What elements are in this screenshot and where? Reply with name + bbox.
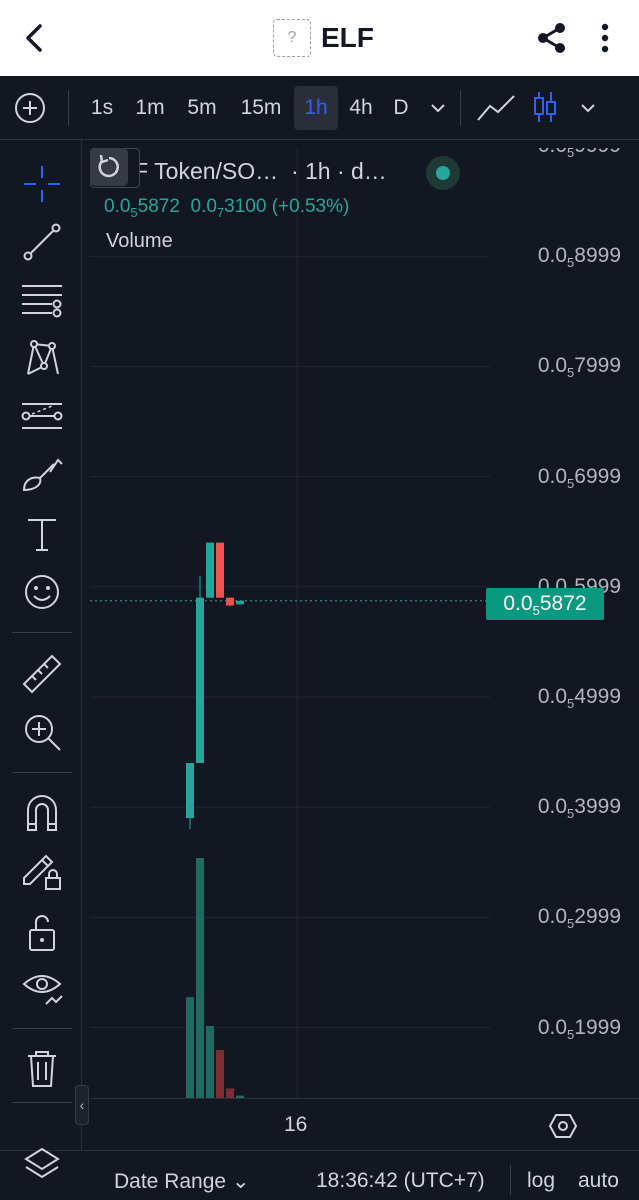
share-icon[interactable] (534, 20, 570, 56)
interval-5m[interactable]: 5m (182, 86, 222, 130)
candle-body (186, 763, 194, 819)
interval-d[interactable]: D (388, 86, 414, 130)
auto-scale-toggle[interactable]: auto (578, 1169, 619, 1193)
chart-type-dropdown-icon[interactable] (578, 92, 598, 124)
more-vertical-icon[interactable] (594, 20, 616, 56)
interval-1m[interactable]: 1m (130, 86, 170, 130)
interval-1h[interactable]: 1h (294, 86, 338, 130)
status-dot (436, 166, 450, 180)
volume-bar (186, 997, 194, 1098)
volume-bar (216, 1050, 224, 1098)
price-axis-label: 0.053999 (537, 795, 621, 822)
candle-body (226, 597, 234, 606)
sidebar-divider (12, 632, 72, 633)
price-axis-label: 0.058999 (537, 244, 621, 271)
legend-symbol[interactable]: ELF Token/SO… · 1h · d… (106, 158, 387, 185)
ruler-icon[interactable] (20, 652, 64, 696)
price-axis-label: 0.052999 (537, 905, 621, 932)
add-indicator-icon[interactable] (14, 92, 46, 124)
legend-change: 0.073100 (190, 196, 267, 220)
price-axis-label: 0.056999 (537, 464, 621, 491)
unlock-icon[interactable] (20, 910, 64, 954)
legend-price: 0.055872 (104, 196, 180, 220)
interval-4h[interactable]: 4h (344, 86, 378, 130)
toolbar-divider (460, 90, 461, 126)
chart-bottom-bar: Date Range ⌄ 18:36:42 (UTC+7) log auto (0, 1147, 639, 1200)
time-axis-label: 16 (284, 1113, 308, 1136)
layers-icon[interactable] (22, 1145, 62, 1185)
time-axis[interactable]: 16 (90, 1098, 639, 1150)
zoom-in-icon[interactable] (20, 710, 64, 754)
sidebar-divider (12, 772, 72, 773)
market-status-indicator[interactable] (426, 156, 460, 190)
xabcd-pattern-icon[interactable] (20, 336, 64, 380)
price-axis-label: 0.059999 (538, 148, 621, 160)
candle-body (206, 542, 214, 598)
eye-icon[interactable] (20, 966, 64, 1010)
toolbar-divider (68, 90, 69, 126)
legend-interval: · 1h · d… (290, 158, 387, 184)
volume-bar (196, 858, 204, 1098)
trend-line-icon[interactable] (20, 220, 64, 264)
page-title: ELF (321, 22, 374, 53)
candle-body (216, 542, 224, 598)
legend-values: 0.055872 0.073100 (+0.53%) (104, 196, 349, 220)
volume-bar (206, 1026, 214, 1098)
volume-indicator-label[interactable]: Volume (106, 230, 173, 253)
price-axis-label: 0.057999 (537, 354, 621, 381)
crosshair-icon[interactable] (20, 162, 64, 206)
price-chart[interactable]: ELF Token/SO… · 1h · d… 0.055872 0.07310… (90, 148, 639, 1098)
fib-retracement-icon[interactable] (20, 278, 64, 322)
magnet-icon[interactable] (20, 790, 64, 834)
interval-1s[interactable]: 1s (84, 86, 120, 130)
sidebar-collapse-handle[interactable]: ‹ (75, 1085, 89, 1125)
price-axis-label: 0.054999 (537, 685, 621, 711)
log-scale-toggle[interactable]: log (527, 1169, 555, 1193)
timezone-clock[interactable]: 18:36:42 (UTC+7) (316, 1169, 485, 1193)
current-price-tag: 0.055872 (486, 588, 604, 620)
date-range-button[interactable]: Date Range ⌄ (114, 1169, 250, 1194)
candlestick-icon[interactable] (530, 90, 560, 124)
candle-body (196, 597, 204, 764)
emoji-icon[interactable] (20, 570, 64, 614)
lock-drawing-icon[interactable] (20, 848, 64, 892)
reset-chart-button[interactable] (90, 148, 128, 186)
volume-bar (226, 1088, 234, 1098)
sidebar-divider (12, 1028, 72, 1029)
text-icon[interactable] (20, 512, 64, 556)
trash-icon[interactable] (20, 1046, 64, 1090)
line-chart-icon[interactable] (476, 92, 516, 124)
chart-toolbar: 1s 1m 5m 15m 1h 4h D (0, 76, 639, 140)
interval-15m[interactable]: 15m (234, 86, 288, 130)
interval-dropdown-icon[interactable] (428, 92, 448, 124)
sidebar-divider (12, 1102, 72, 1103)
app-header: ? ELF (0, 0, 639, 76)
brush-icon[interactable] (20, 452, 64, 496)
drawing-toolbar (0, 140, 82, 1200)
forecast-icon[interactable] (20, 394, 64, 438)
chart-canvas (90, 148, 490, 1098)
bottom-divider (510, 1165, 511, 1195)
back-arrow-icon[interactable] (18, 20, 54, 56)
axis-settings-icon[interactable] (548, 1111, 578, 1141)
legend-change-percent: (+0.53%) (271, 196, 350, 217)
candle-body (236, 600, 244, 605)
token-logo-placeholder: ? (273, 19, 311, 57)
price-axis-label: 0.051999 (537, 1015, 621, 1042)
